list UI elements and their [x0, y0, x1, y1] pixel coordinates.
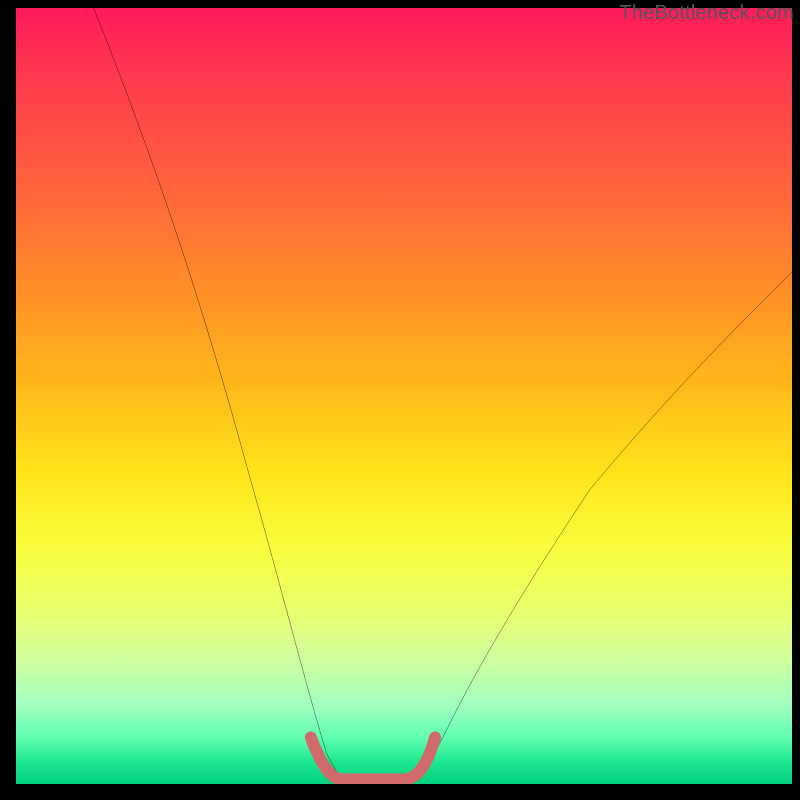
curves-layer [16, 8, 792, 784]
watermark-text: TheBottleneck.com [619, 2, 794, 25]
valley-marker [311, 737, 435, 779]
chart-frame: TheBottleneck.com [0, 0, 800, 800]
plot-area [16, 8, 792, 784]
right-curve [420, 272, 792, 776]
left-curve [94, 8, 342, 776]
